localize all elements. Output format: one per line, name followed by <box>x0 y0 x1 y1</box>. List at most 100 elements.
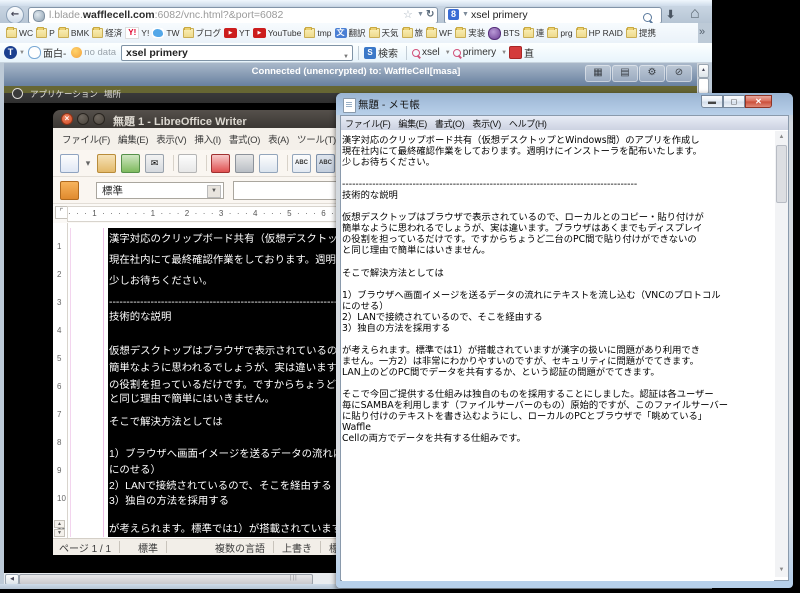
gnome-menu-applications[interactable]: アプリケーション <box>30 88 98 100</box>
new-dropdown-icon[interactable]: ▾ <box>84 155 92 172</box>
nao-button[interactable]: 直 <box>524 45 534 60</box>
bookmark-item[interactable]: BTS <box>488 27 520 40</box>
new-document-icon[interactable] <box>60 154 79 173</box>
bookmark-item[interactable]: WF <box>426 28 452 38</box>
scroll-up-icon[interactable]: ▲ <box>698 64 709 78</box>
bookmark-item[interactable]: 提携 <box>626 27 656 39</box>
primery-dropdown-icon[interactable]: ▼ <box>501 50 507 56</box>
cry-icon[interactable] <box>71 47 82 58</box>
libreoffice-menu-3[interactable]: 挿入(I) <box>194 132 220 146</box>
search-engine-dropdown-icon[interactable]: ▼ <box>462 11 469 18</box>
bookmark-item[interactable]: 経済 <box>92 27 122 39</box>
bookmark-item[interactable]: WC <box>6 28 33 38</box>
screen: ← l.blade.wafflecell.com:6082/vnc.html?&… <box>0 0 800 593</box>
bookmark-item[interactable]: BMK <box>58 28 89 38</box>
libreoffice-menu-1[interactable]: 編集(E) <box>118 132 148 146</box>
t-logo-dropdown-icon[interactable]: ▼ <box>19 50 25 56</box>
status-item-3[interactable]: 上書き <box>282 540 312 555</box>
addon-search-dropdown-icon[interactable]: ▼ <box>343 50 349 64</box>
notepad-text-area[interactable]: 漢字対応のクリップボード共有（仮想デスクトップとWindows間）のアプリを作成… <box>342 131 774 581</box>
download-icon[interactable]: ⬇ <box>666 8 675 21</box>
bookmark-item[interactable]: ▶YouTube <box>253 28 301 38</box>
libreoffice-menu-2[interactable]: 表示(V) <box>156 132 186 146</box>
bookmark-item[interactable]: P <box>36 28 55 38</box>
notepad-menu-4[interactable]: ヘルプ(H) <box>509 117 547 130</box>
bookmark-item[interactable]: tmp <box>304 28 331 38</box>
prev-page-icon[interactable]: ▲ <box>54 520 65 528</box>
search-button-icon[interactable]: S <box>364 47 376 59</box>
primery-search-button[interactable]: primery <box>463 47 496 58</box>
edit-file-icon[interactable] <box>178 154 197 173</box>
omoshiro-menu[interactable]: 面白- <box>43 45 66 60</box>
pdf-icon[interactable] <box>211 154 230 173</box>
search-engine-icon[interactable]: 8 <box>448 9 459 20</box>
back-button[interactable]: ← <box>6 6 24 24</box>
xsel-search-icon[interactable] <box>412 49 420 57</box>
preview-icon[interactable] <box>259 154 278 173</box>
bookmark-item[interactable]: Y!Y! <box>125 27 149 39</box>
libreoffice-maximize-button[interactable] <box>93 113 105 125</box>
notepad-menu-3[interactable]: 表示(V) <box>472 117 501 130</box>
vnc-settings-gear-icon[interactable]: ⚙ <box>639 65 665 82</box>
styles-icon[interactable] <box>60 181 79 200</box>
libreoffice-menu-5[interactable]: 表(A) <box>268 132 289 146</box>
status-item-1[interactable]: 標準 <box>138 540 158 555</box>
notepad-close-button[interactable]: ✕ <box>745 95 772 108</box>
libreoffice-menu-6[interactable]: ツール(T) <box>297 132 336 146</box>
style-combo-dropdown-icon[interactable]: ▼ <box>207 185 221 198</box>
bookmark-item[interactable]: 旅 <box>402 27 424 39</box>
notepad-scrollbar[interactable]: ▲ ▼ <box>775 131 788 577</box>
notepad-scroll-thumb[interactable] <box>776 145 787 203</box>
notepad-minimize-button[interactable]: ▬ <box>701 95 723 108</box>
addon-search-input[interactable]: xsel primery▼ <box>121 45 353 61</box>
libreoffice-close-button[interactable]: × <box>61 113 73 125</box>
status-item-0[interactable]: ページ 1 / 1 <box>59 540 111 555</box>
notepad-maximize-button[interactable]: ◻ <box>723 95 745 108</box>
notepad-scroll-up-icon[interactable]: ▲ <box>775 131 788 144</box>
libreoffice-menu-0[interactable]: ファイル(F) <box>62 132 110 146</box>
bookmark-item[interactable]: 天気 <box>369 27 399 39</box>
bookmark-item[interactable]: 実装 <box>455 27 485 39</box>
bookmark-item[interactable]: HP RAID <box>576 28 623 38</box>
libreoffice-minimize-button[interactable] <box>77 113 89 125</box>
bookmark-item[interactable]: ブログ <box>183 27 222 39</box>
vnc-disconnect-icon[interactable]: ⊘ <box>666 65 692 82</box>
notepad-menu-2[interactable]: 書式(O) <box>435 117 465 130</box>
bookmark-item[interactable]: prg <box>547 28 572 38</box>
t-logo-icon[interactable]: T <box>4 46 17 59</box>
bookmark-item[interactable]: ▶YT <box>224 28 250 38</box>
smiley-icon[interactable] <box>28 46 41 59</box>
bookmark-item[interactable]: TW <box>152 28 179 38</box>
bookmark-item[interactable]: 連 <box>523 27 545 39</box>
vnc-clipboard-icon[interactable]: ▤ <box>612 65 638 82</box>
paragraph-style-combo[interactable]: 標準▼ <box>96 182 224 199</box>
status-item-2[interactable]: 複数の言語 <box>215 540 265 555</box>
url-dropdown-icon[interactable]: ▼ <box>417 11 424 18</box>
home-icon[interactable]: ⌂ <box>690 5 700 23</box>
gnome-menu-places[interactable]: 場所 <box>104 88 121 100</box>
libreoffice-menu-4[interactable]: 書式(O) <box>229 132 260 146</box>
gnome-logo-icon[interactable] <box>12 88 23 99</box>
print-icon[interactable] <box>235 154 254 173</box>
vertical-scroll-thumb[interactable] <box>698 78 709 94</box>
spellcheck-icon[interactable]: ABC <box>292 154 311 173</box>
bookmark-item[interactable]: 文翻訳 <box>335 27 366 39</box>
search-button[interactable]: 検索 <box>378 45 398 60</box>
next-page-icon[interactable]: ▼ <box>54 529 65 537</box>
xsel-dropdown-icon[interactable]: ▼ <box>445 50 451 56</box>
email-icon[interactable]: ✉ <box>145 154 164 173</box>
notepad-menu-0[interactable]: ファイル(F) <box>345 117 390 130</box>
notepad-scroll-down-icon[interactable]: ▼ <box>775 564 788 577</box>
primery-search-icon[interactable] <box>453 49 461 57</box>
bookmarks-overflow-chevron[interactable]: » <box>699 26 705 38</box>
notepad-menu-1[interactable]: 編集(E) <box>398 117 427 130</box>
bookmark-star-icon[interactable]: ☆ <box>403 8 413 21</box>
vnc-extra-keys-icon[interactable]: ▦ <box>585 65 611 82</box>
nao-icon[interactable] <box>509 46 522 59</box>
reload-icon[interactable]: ↻ <box>426 9 434 20</box>
save-icon[interactable] <box>121 154 140 173</box>
font-name-combo[interactable] <box>233 181 347 200</box>
xsel-search-button[interactable]: xsel <box>422 47 440 58</box>
open-icon[interactable] <box>97 154 116 173</box>
autospell-icon[interactable]: ABC <box>316 154 335 173</box>
